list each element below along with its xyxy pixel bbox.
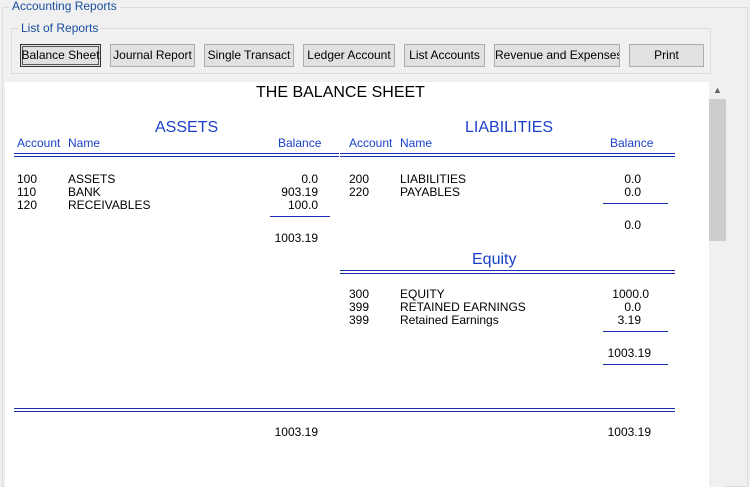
report-title: THE BALANCE SHEET: [256, 84, 425, 101]
liabilities-header-rule-2: [340, 156, 675, 157]
liabilities-col-account: Account: [349, 136, 393, 150]
liabilities-subtotal-rule: [603, 203, 668, 204]
liabilities-col-balance: Balance: [610, 136, 654, 150]
liabilities-heading: LIABILITIES: [465, 119, 554, 136]
equity-row-name: Retained Earnings: [400, 313, 499, 327]
equity-subtotal-underline: [603, 364, 668, 365]
liabilities-subtotal: 0.0: [624, 218, 641, 232]
liabilities-col-name: Name: [400, 136, 433, 150]
liabilities-header-rule-1: [340, 153, 675, 154]
assets-subtotal-rule: [270, 216, 330, 217]
single-transact-button[interactable]: Single Transact: [204, 44, 294, 67]
assets-header-rule-2: [14, 156, 339, 157]
equity-subtotal-rule: [603, 331, 668, 332]
assets-total: 1003.19: [274, 425, 318, 439]
scroll-up-arrow-icon[interactable]: ▲: [709, 82, 726, 99]
assets-row-account: 120: [17, 198, 38, 212]
equity-header-rule-2: [340, 273, 675, 274]
assets-row-name: RECEIVABLES: [68, 198, 151, 212]
liabilities-row-name: PAYABLES: [400, 185, 461, 199]
equity-heading: Equity: [472, 251, 517, 268]
assets-col-account: Account: [17, 136, 61, 150]
assets-row-balance: 100.0: [287, 198, 318, 212]
journal-report-button[interactable]: Journal Report: [110, 44, 195, 67]
report-panel: THE BALANCE SHEET ASSETS Account Name Ba…: [5, 82, 709, 487]
totals-rule-1: [14, 408, 675, 409]
liabilities-row-account: 220: [349, 185, 370, 199]
accounting-reports-title: Accounting Reports: [9, 0, 120, 13]
liabilities-equity-total: 1003.19: [607, 425, 651, 439]
liabilities-row-balance: 0.0: [624, 185, 641, 199]
assets-col-balance: Balance: [278, 136, 322, 150]
scrollbar-thumb[interactable]: [709, 99, 726, 241]
assets-col-name: Name: [68, 136, 101, 150]
ledger-account-button[interactable]: Ledger Account: [303, 44, 395, 67]
vertical-scrollbar[interactable]: ▲: [709, 82, 726, 487]
equity-subtotal: 1003.19: [607, 346, 651, 360]
print-button[interactable]: Print: [629, 44, 704, 67]
assets-subtotal: 1003.19: [274, 231, 318, 245]
assets-header-rule-1: [14, 153, 339, 154]
totals-rule-2: [14, 411, 675, 412]
equity-row-balance: 3.19: [617, 313, 641, 327]
list-accounts-button[interactable]: List Accounts: [404, 44, 485, 67]
equity-row-account: 399: [349, 313, 370, 327]
balance-sheet-button[interactable]: Balance Sheet: [20, 44, 101, 67]
revenue-and-expenses-button[interactable]: Revenue and Expenses: [494, 44, 620, 67]
equity-header-rule-1: [340, 270, 675, 271]
list-of-reports-title: List of Reports: [18, 21, 102, 35]
assets-heading: ASSETS: [155, 119, 219, 136]
